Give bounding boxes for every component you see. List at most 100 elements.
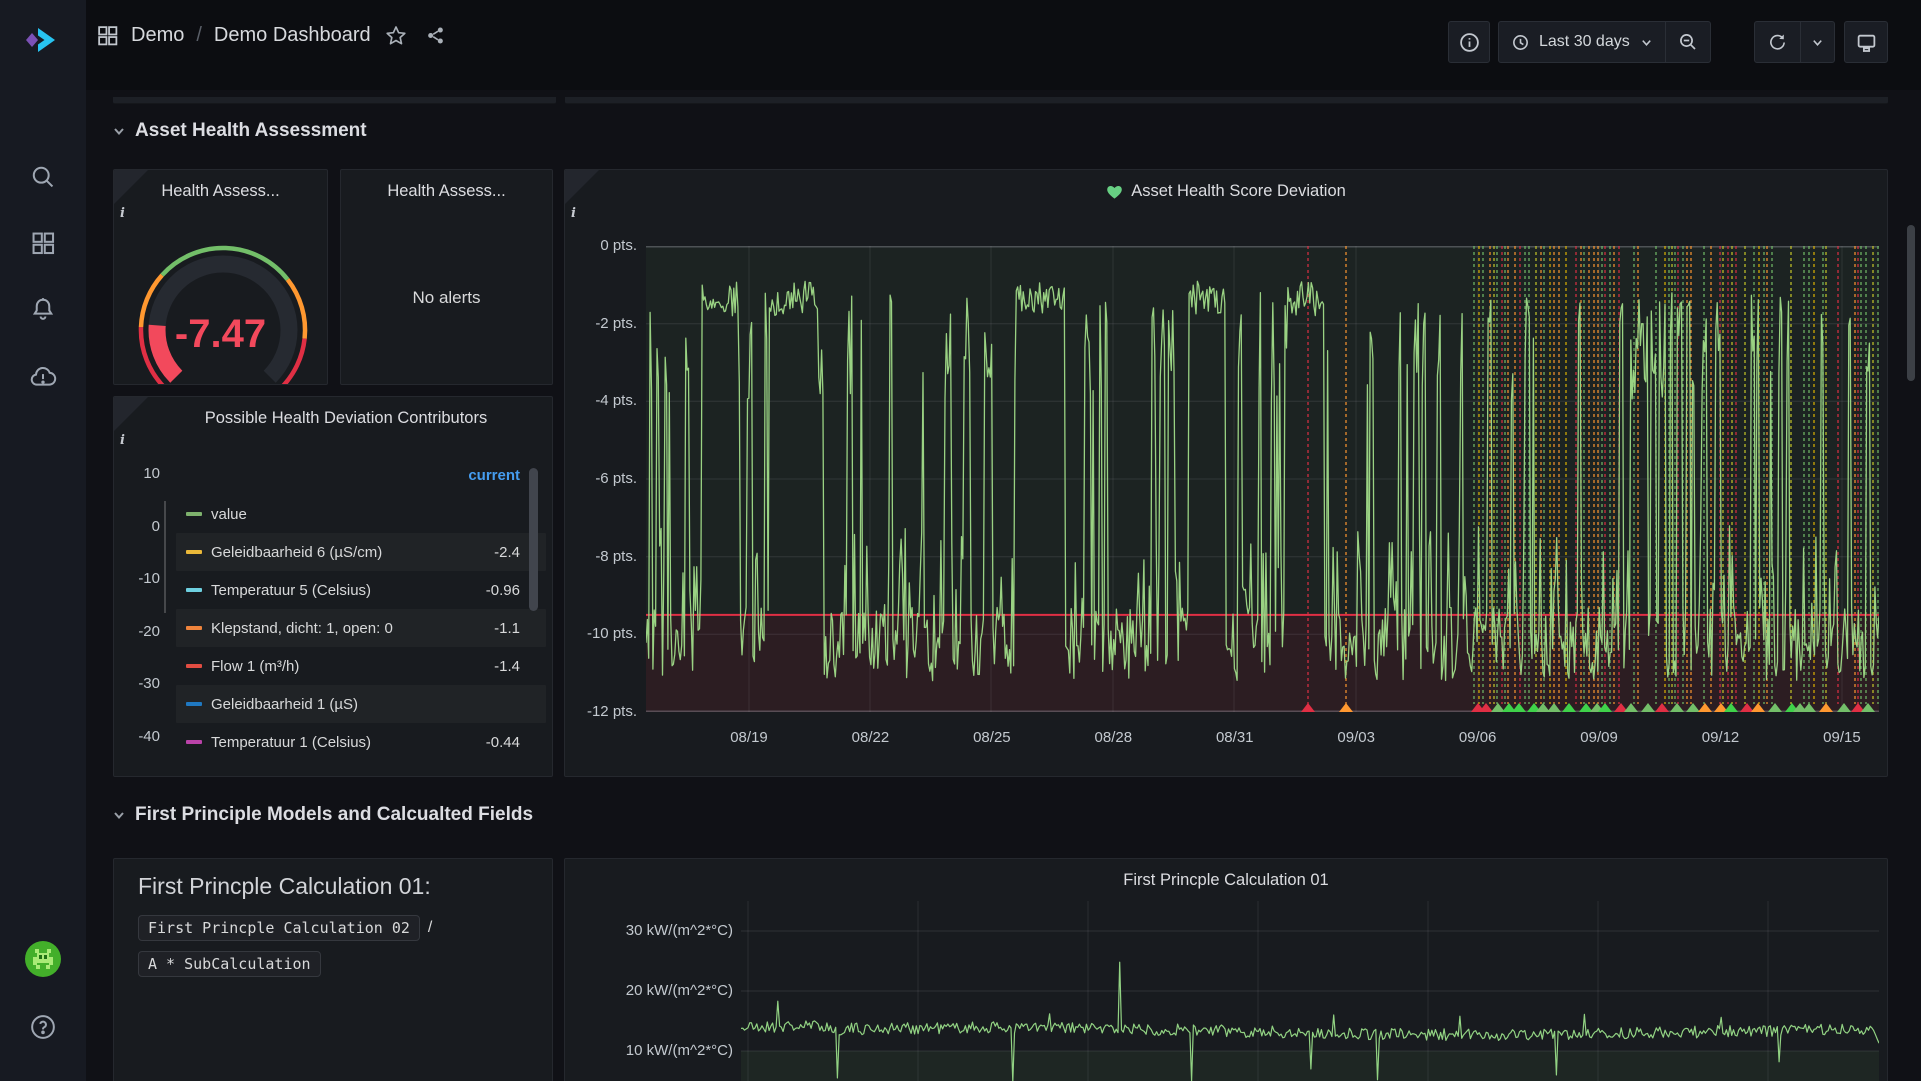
- panel-health-alerts[interactable]: Health Assess... No alerts: [340, 169, 553, 385]
- panel-asset-health-deviation[interactable]: i Asset Health Score Deviation 0 pts.-2 …: [564, 169, 1888, 777]
- time-series-chart[interactable]: [741, 901, 1879, 1081]
- x-tick-label: 09/15: [1802, 728, 1882, 748]
- panel-calc-formula[interactable]: First Princple Calculation 01: First Pri…: [113, 858, 553, 1081]
- time-range-picker[interactable]: Last 30 days: [1499, 22, 1665, 62]
- series-label: Geleidbaarheid 6 (µS/cm): [211, 544, 382, 561]
- row-header-first-principle[interactable]: First Principle Models and Calcualted Fi…: [112, 804, 533, 826]
- series-current-value: -2.4: [494, 544, 520, 561]
- row-title: First Principle Models and Calcualted Fi…: [135, 804, 533, 826]
- panel-title[interactable]: First Princple Calculation 01: [599, 871, 1853, 890]
- refresh-button[interactable]: [1755, 22, 1800, 62]
- x-tick-label: 08/25: [952, 728, 1032, 748]
- series-current-value: -0.44: [486, 734, 520, 751]
- user-avatar[interactable]: [0, 937, 86, 981]
- panel-info-corner[interactable]: i: [565, 170, 599, 204]
- y-tick-label: -40: [114, 727, 160, 747]
- legend-scrollbar[interactable]: [529, 468, 538, 611]
- help-icon[interactable]: [0, 1005, 86, 1049]
- formula-denominator-chip: A * SubCalculation: [138, 951, 321, 977]
- sidebar-nav: [0, 0, 86, 1081]
- formula-operator: /: [428, 919, 432, 937]
- breadcrumb: Demo / Demo Dashboard: [96, 24, 446, 47]
- kiosk-tv-button[interactable]: [1844, 21, 1888, 63]
- panel-calc-chart[interactable]: First Princple Calculation 01 30 kW/(m^2…: [564, 858, 1888, 1081]
- scrolled-panel-edge: [113, 97, 556, 104]
- chevron-down-icon: [112, 808, 126, 822]
- dashboard-info-button[interactable]: [1448, 21, 1490, 63]
- refresh-interval-dropdown[interactable]: [1800, 22, 1834, 62]
- legend-current-header[interactable]: current: [176, 467, 546, 484]
- legend-row[interactable]: Geleidbaarheid 1 (µS): [176, 685, 546, 723]
- x-tick-label: 08/22: [830, 728, 910, 748]
- row-header-asset-health[interactable]: Asset Health Assessment: [112, 120, 367, 142]
- panel-info-corner[interactable]: i: [114, 397, 148, 431]
- series-current-value: -0.96: [486, 582, 520, 599]
- panel-title[interactable]: Asset Health Score Deviation: [599, 182, 1853, 201]
- page-scrollbar-thumb[interactable]: [1907, 225, 1915, 381]
- series-legend: value Geleidbaarheid 6 (µS/cm) -2.4 Tempera…: [176, 495, 546, 761]
- x-tick-label: 09/06: [1438, 728, 1518, 748]
- y-tick-label: -10 pts.: [565, 624, 637, 644]
- y-tick-label: 30 kW/(m^2*°C): [565, 921, 733, 941]
- favorite-star-icon[interactable]: [385, 25, 407, 47]
- breadcrumb-section[interactable]: Demo: [131, 24, 184, 47]
- x-tick-label: 08/19: [709, 728, 789, 748]
- series-label: Geleidbaarheid 1 (µS): [211, 696, 358, 713]
- x-tick-label: 08/28: [1073, 728, 1153, 748]
- series-color-swatch: [186, 664, 202, 668]
- cloud-alert-icon[interactable]: [0, 355, 86, 399]
- x-tick-label: 09/12: [1681, 728, 1761, 748]
- series-label: Klepstand, dicht: 1, open: 0: [211, 620, 393, 637]
- share-icon[interactable]: [425, 25, 446, 46]
- gauge-value: -7.47: [114, 312, 327, 357]
- y-tick-label: -10: [114, 569, 160, 589]
- y-tick-label: -12 pts.: [565, 702, 637, 722]
- formula-numerator-chip: First Princple Calculation 02: [138, 915, 420, 941]
- y-tick-label: 10 kW/(m^2*°C): [565, 1041, 733, 1061]
- y-tick-label: -8 pts.: [565, 547, 637, 567]
- panel-health-contributors[interactable]: i Possible Health Deviation Contributors…: [113, 396, 553, 777]
- legend-row[interactable]: Flow 1 (m³/h)-1.4: [176, 647, 546, 685]
- legend-row[interactable]: Temperatuur 1 (Celsius)-0.44: [176, 723, 546, 761]
- series-color-swatch: [186, 626, 202, 630]
- panel-title[interactable]: Health Assess...: [375, 182, 518, 201]
- legend-row[interactable]: Klepstand, dicht: 1, open: 0 -1.1: [176, 609, 546, 647]
- y-tick-label: -4 pts.: [565, 391, 637, 411]
- y-tick-label: 10: [114, 464, 160, 484]
- breadcrumb-page[interactable]: Demo Dashboard: [214, 24, 371, 47]
- series-current-value: -1.1: [494, 620, 520, 637]
- panel-title[interactable]: Possible Health Deviation Contributors: [150, 409, 542, 428]
- alerts-message: No alerts: [341, 288, 552, 308]
- breadcrumb-separator: /: [196, 24, 202, 47]
- legend-row[interactable]: value: [176, 495, 546, 533]
- time-range-label: Last 30 days: [1539, 33, 1630, 51]
- green-heart-icon: [1106, 184, 1123, 200]
- x-tick-label: 08/31: [1195, 728, 1275, 748]
- x-tick-label: 09/03: [1316, 728, 1396, 748]
- series-color-swatch: [186, 512, 202, 516]
- zoom-out-button[interactable]: [1665, 22, 1710, 62]
- legend-row[interactable]: Geleidbaarheid 6 (µS/cm) -2.4: [176, 533, 546, 571]
- panel-health-gauge[interactable]: i Health Assess... -7.47: [113, 169, 328, 385]
- panel-title-text: Asset Health Score Deviation: [1131, 182, 1346, 201]
- dashboards-grid-icon[interactable]: [96, 24, 119, 47]
- grafana-app: Demo / Demo Dashboard Last 30 days: [0, 0, 1921, 1081]
- alerting-bell-icon[interactable]: [0, 287, 86, 331]
- y-tick-label: -6 pts.: [565, 469, 637, 489]
- row-title: Asset Health Assessment: [135, 120, 367, 142]
- series-label: Temperatuur 5 (Celsius): [211, 582, 371, 599]
- search-icon[interactable]: [0, 155, 86, 199]
- axis-line: [164, 501, 166, 613]
- chevron-down-icon: [112, 124, 126, 138]
- y-tick-label: 20 kW/(m^2*°C): [565, 981, 733, 1001]
- series-color-swatch: [186, 702, 202, 706]
- y-tick-label: -2 pts.: [565, 314, 637, 334]
- legend-row[interactable]: Temperatuur 5 (Celsius) -0.96: [176, 571, 546, 609]
- time-series-chart[interactable]: [646, 246, 1879, 712]
- grafana-logo[interactable]: [0, 18, 86, 62]
- top-nav-bar: Demo / Demo Dashboard Last 30 days: [86, 0, 1921, 90]
- dashboards-icon[interactable]: [0, 221, 86, 265]
- series-color-swatch: [186, 550, 202, 554]
- refresh-group: [1754, 21, 1835, 63]
- time-picker-group: Last 30 days: [1498, 21, 1711, 63]
